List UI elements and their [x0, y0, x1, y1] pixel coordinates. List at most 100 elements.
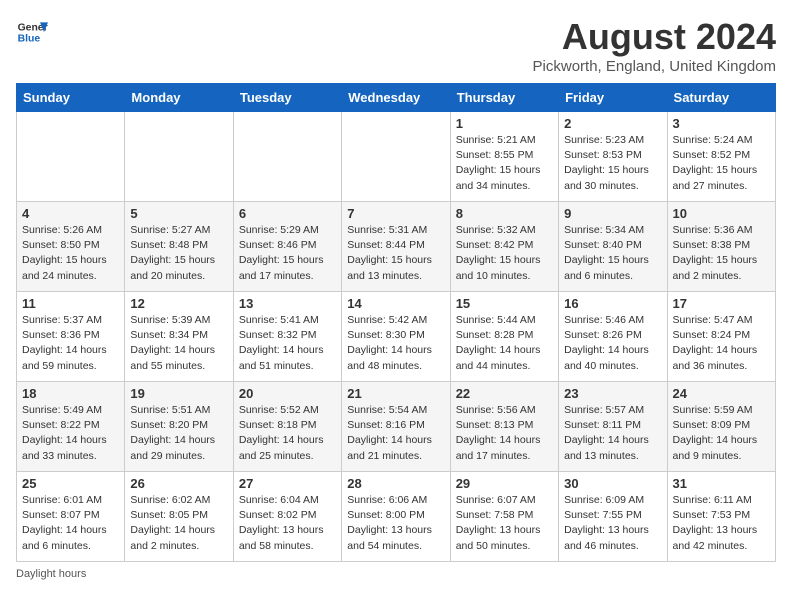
col-header-wednesday: Wednesday — [342, 84, 450, 112]
calendar-cell — [233, 112, 341, 202]
day-info: Sunrise: 5:41 AMSunset: 8:32 PMDaylight:… — [239, 313, 336, 374]
day-number: 13 — [239, 296, 336, 311]
day-info: Sunrise: 5:37 AMSunset: 8:36 PMDaylight:… — [22, 313, 119, 374]
logo: General Blue — [16, 16, 48, 48]
day-info: Sunrise: 5:34 AMSunset: 8:40 PMDaylight:… — [564, 223, 661, 284]
calendar-cell: 12Sunrise: 5:39 AMSunset: 8:34 PMDayligh… — [125, 292, 233, 382]
calendar-cell: 30 Sunrise: 6:09 AMSunset: 7:55 PMDayligh… — [559, 472, 667, 562]
day-info: Sunrise: 5:44 AMSunset: 8:28 PMDaylight:… — [456, 313, 553, 374]
day-number: 14 — [347, 296, 444, 311]
day-info: Sunrise: 6:04 AMSunset: 8:02 PMDaylight:… — [239, 493, 336, 554]
calendar-cell: 7 Sunrise: 5:31 AMSunset: 8:44 PMDaylight… — [342, 202, 450, 292]
calendar-cell: 11Sunrise: 5:37 AMSunset: 8:36 PMDayligh… — [17, 292, 125, 382]
day-number: 8 — [456, 206, 553, 221]
calendar-cell: 13 Sunrise: 5:41 AMSunset: 8:32 PMDayligh… — [233, 292, 341, 382]
day-info: Sunrise: 5:47 AMSunset: 8:24 PMDaylight:… — [673, 313, 770, 374]
day-number: 6 — [239, 206, 336, 221]
day-info: Sunrise: 5:52 AMSunset: 8:18 PMDaylight:… — [239, 403, 336, 464]
logo-icon: General Blue — [16, 16, 48, 48]
day-info: Sunrise: 6:11 AMSunset: 7:53 PMDaylight:… — [673, 493, 770, 554]
calendar-cell: 17 Sunrise: 5:47 AMSunset: 8:24 PMDayligh… — [667, 292, 775, 382]
day-number: 25 — [22, 476, 119, 491]
day-number: 20 — [239, 386, 336, 401]
day-info: Sunrise: 5:24 AMSunset: 8:52 PMDaylight:… — [673, 133, 770, 194]
day-number: 5 — [130, 206, 227, 221]
day-number: 2 — [564, 116, 661, 131]
calendar-cell: 21Sunrise: 5:54 AMSunset: 8:16 PMDayligh… — [342, 382, 450, 472]
calendar-cell: 20 Sunrise: 5:52 AMSunset: 8:18 PMDayligh… — [233, 382, 341, 472]
day-info: Sunrise: 6:06 AMSunset: 8:00 PMDaylight:… — [347, 493, 444, 554]
calendar-cell — [125, 112, 233, 202]
month-title: August 2024 — [533, 16, 776, 58]
day-number: 28 — [347, 476, 444, 491]
calendar-cell: 5 Sunrise: 5:27 AMSunset: 8:48 PMDaylight… — [125, 202, 233, 292]
calendar-cell: 25 Sunrise: 6:01 AMSunset: 8:07 PMDayligh… — [17, 472, 125, 562]
day-info: Sunrise: 5:39 AMSunset: 8:34 PMDaylight:… — [130, 313, 227, 374]
day-number: 16 — [564, 296, 661, 311]
day-number: 9 — [564, 206, 661, 221]
calendar-cell: 18 Sunrise: 5:49 AMSunset: 8:22 PMDayligh… — [17, 382, 125, 472]
day-number: 24 — [673, 386, 770, 401]
day-info: Sunrise: 6:09 AMSunset: 7:55 PMDaylight:… — [564, 493, 661, 554]
day-info: Sunrise: 5:56 AMSunset: 8:13 PMDaylight:… — [456, 403, 553, 464]
calendar-cell: 16 Sunrise: 5:46 AMSunset: 8:26 PMDayligh… — [559, 292, 667, 382]
day-info: Sunrise: 5:42 AMSunset: 8:30 PMDaylight:… — [347, 313, 444, 374]
calendar-cell — [342, 112, 450, 202]
day-number: 22 — [456, 386, 553, 401]
day-info: Sunrise: 6:01 AMSunset: 8:07 PMDaylight:… — [22, 493, 119, 554]
day-info: Sunrise: 5:31 AMSunset: 8:44 PMDaylight:… — [347, 223, 444, 284]
calendar-cell: 1 Sunrise: 5:21 AMSunset: 8:55 PMDaylight… — [450, 112, 558, 202]
day-number: 30 — [564, 476, 661, 491]
day-info: Sunrise: 5:57 AMSunset: 8:11 PMDaylight:… — [564, 403, 661, 464]
day-number: 18 — [22, 386, 119, 401]
day-info: Sunrise: 5:59 AMSunset: 8:09 PMDaylight:… — [673, 403, 770, 464]
calendar-cell: 15 Sunrise: 5:44 AMSunset: 8:28 PMDayligh… — [450, 292, 558, 382]
calendar-cell: 27Sunrise: 6:04 AMSunset: 8:02 PMDayligh… — [233, 472, 341, 562]
calendar-cell: 23 Sunrise: 5:57 AMSunset: 8:11 PMDayligh… — [559, 382, 667, 472]
day-info: Sunrise: 5:29 AMSunset: 8:46 PMDaylight:… — [239, 223, 336, 284]
day-number: 31 — [673, 476, 770, 491]
day-info: Sunrise: 5:27 AMSunset: 8:48 PMDaylight:… — [130, 223, 227, 284]
day-number: 26 — [130, 476, 227, 491]
day-info: Sunrise: 5:23 AMSunset: 8:53 PMDaylight:… — [564, 133, 661, 194]
calendar-cell: 3 Sunrise: 5:24 AMSunset: 8:52 PMDaylight… — [667, 112, 775, 202]
calendar-cell: 4Sunrise: 5:26 AMSunset: 8:50 PMDaylight… — [17, 202, 125, 292]
calendar-cell: 2 Sunrise: 5:23 AMSunset: 8:53 PMDaylight… — [559, 112, 667, 202]
calendar-cell: 29 Sunrise: 6:07 AMSunset: 7:58 PMDayligh… — [450, 472, 558, 562]
location: Pickworth, England, United Kingdom — [533, 58, 776, 75]
calendar-cell — [17, 112, 125, 202]
day-info: Sunrise: 6:07 AMSunset: 7:58 PMDaylight:… — [456, 493, 553, 554]
page-header: General Blue August 2024 Pickworth, Engl… — [16, 16, 776, 75]
calendar-cell: 6 Sunrise: 5:29 AMSunset: 8:46 PMDaylight… — [233, 202, 341, 292]
day-number: 3 — [673, 116, 770, 131]
day-info: Sunrise: 5:49 AMSunset: 8:22 PMDaylight:… — [22, 403, 119, 464]
day-info: Sunrise: 5:46 AMSunset: 8:26 PMDaylight:… — [564, 313, 661, 374]
day-number: 10 — [673, 206, 770, 221]
calendar-cell: 9 Sunrise: 5:34 AMSunset: 8:40 PMDaylight… — [559, 202, 667, 292]
col-header-monday: Monday — [125, 84, 233, 112]
day-info: Sunrise: 5:36 AMSunset: 8:38 PMDaylight:… — [673, 223, 770, 284]
day-number: 23 — [564, 386, 661, 401]
day-number: 7 — [347, 206, 444, 221]
svg-text:Blue: Blue — [18, 34, 41, 45]
day-number: 1 — [456, 116, 553, 131]
col-header-sunday: Sunday — [17, 84, 125, 112]
calendar-cell: 8 Sunrise: 5:32 AMSunset: 8:42 PMDaylight… — [450, 202, 558, 292]
day-info: Sunrise: 5:32 AMSunset: 8:42 PMDaylight:… — [456, 223, 553, 284]
calendar-cell: 19Sunrise: 5:51 AMSunset: 8:20 PMDayligh… — [125, 382, 233, 472]
day-number: 29 — [456, 476, 553, 491]
calendar-cell: 26Sunrise: 6:02 AMSunset: 8:05 PMDayligh… — [125, 472, 233, 562]
calendar-table: SundayMondayTuesdayWednesdayThursdayFrid… — [16, 83, 776, 562]
col-header-thursday: Thursday — [450, 84, 558, 112]
day-number: 21 — [347, 386, 444, 401]
calendar-cell: 22 Sunrise: 5:56 AMSunset: 8:13 PMDayligh… — [450, 382, 558, 472]
day-number: 15 — [456, 296, 553, 311]
day-info: Sunrise: 5:51 AMSunset: 8:20 PMDaylight:… — [130, 403, 227, 464]
col-header-saturday: Saturday — [667, 84, 775, 112]
calendar-cell: 10 Sunrise: 5:36 AMSunset: 8:38 PMDayligh… — [667, 202, 775, 292]
calendar-cell: 31 Sunrise: 6:11 AMSunset: 7:53 PMDayligh… — [667, 472, 775, 562]
day-number: 17 — [673, 296, 770, 311]
day-info: Sunrise: 5:21 AMSunset: 8:55 PMDaylight:… — [456, 133, 553, 194]
col-header-tuesday: Tuesday — [233, 84, 341, 112]
calendar-cell: 28 Sunrise: 6:06 AMSunset: 8:00 PMDayligh… — [342, 472, 450, 562]
